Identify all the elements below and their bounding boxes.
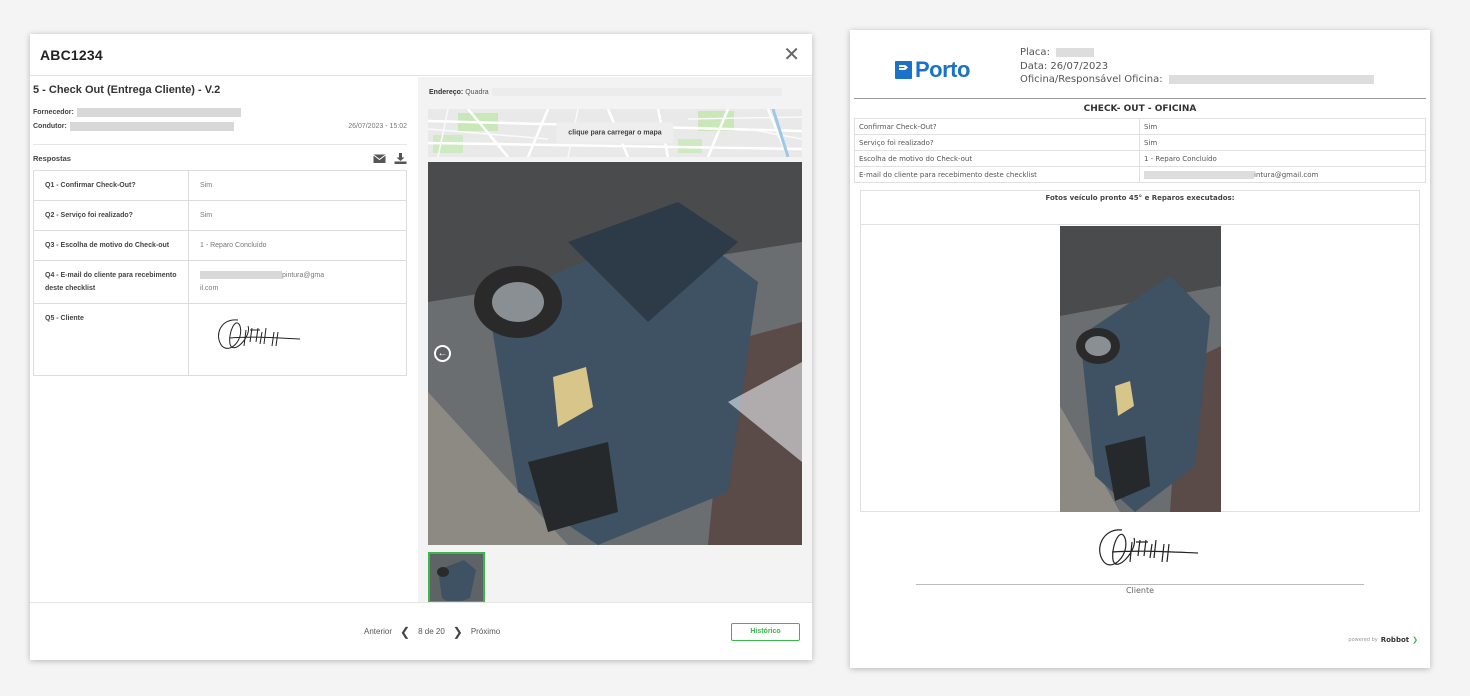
supplier-label: Fornecedor: [33,108,74,116]
answer-cell: 1 - Reparo Concluído [188,230,407,261]
workshop-redacted [1168,74,1374,84]
report-photos-section: Fotos veículo pronto 45° e Reparos execu… [860,190,1420,512]
answers-header: Respostas [33,153,407,164]
powered-by-text: powered by [1348,637,1378,643]
report-question: E-mail do cliente para recebimento deste… [854,166,1140,183]
report-photos-title: Fotos veículo pronto 45° e Reparos execu… [861,191,1419,225]
signature-label: Cliente [1125,586,1155,595]
supplier-redacted [76,107,241,117]
email-redacted [200,271,282,280]
checklist-modal: ABC1234 ✕ 5 - Check Out (Entrega Cliente… [30,34,812,660]
checklist-details: 5 - Check Out (Entrega Cliente) - V.2 Fo… [33,84,407,376]
date-line: Data: 26/07/2023 [1020,60,1109,72]
address-line: Endereço: Quadra [418,77,812,99]
leaf-icon: ❯ [1412,636,1418,644]
porto-logo-text: Porto [915,57,970,82]
thumbnail-image [430,554,483,601]
table-row: Q5 - Cliente [33,303,407,376]
porto-logo-icon [895,61,912,79]
report-signature [1099,529,1199,566]
report-question: Confirmar Check-Out? [854,118,1140,135]
vehicle-photo[interactable]: ← [428,162,802,545]
report-question: Escolha de motivo do Check-out [854,150,1140,167]
load-map-button[interactable]: clique para carregar o mapa [556,122,674,144]
map-preview[interactable]: clique para carregar o mapa [428,109,802,157]
answer-cell: pintura@gma il.com [188,260,407,304]
email-icon[interactable] [373,153,386,164]
question-cell: Q4 - E-mail do cliente para recebimento … [33,260,189,304]
answers-label: Respostas [33,154,71,163]
address-redacted [491,88,782,96]
answers-table: Q1 - Confirmar Check-Out? Sim Q2 - Servi… [33,170,407,376]
report-email-suffix: intura@gmail.com [1254,170,1319,179]
report-answer: intura@gmail.com [1139,166,1426,183]
table-row: Q4 - E-mail do cliente para recebimento … [33,260,407,304]
powered-by-brand: Robbot [1380,636,1410,644]
client-signature [218,319,301,349]
report-question: Serviço foi realizado? [854,134,1140,151]
download-icon[interactable] [394,153,407,164]
vehicle-photo-image [428,162,802,545]
supplier-line: Fornecedor: [33,105,407,119]
media-panel: Endereço: Quadra clique para carregar o … [418,77,812,603]
report-heading: CHECK- OUT - OFICINA [1083,104,1197,114]
signature-cell [188,303,407,376]
question-cell: Q3 - Escolha de motivo do Check-out [33,230,189,261]
plate-line: Placa: [1020,46,1374,60]
prev-link[interactable]: Anterior [364,627,392,636]
plate-redacted [1056,47,1095,57]
report-answer: 1 - Reparo Concluído [1139,150,1426,167]
next-link[interactable]: Próximo [471,627,500,636]
chevron-left-icon[interactable]: ❮ [400,625,410,639]
report-answer: Sim [1139,118,1426,135]
report-table: Confirmar Check-Out? Sim Serviço foi rea… [854,118,1426,183]
answers-actions [373,153,407,164]
modal-header: ABC1234 ✕ [30,34,812,76]
photo-thumbnail[interactable] [428,552,485,603]
email-suffix: pintura@gma [282,272,325,279]
driver-label: Condutor: [33,122,67,130]
report-divider [854,98,1426,99]
question-cell: Q5 - Cliente [33,303,189,376]
report-vehicle-photo [1060,226,1221,512]
table-row: Q2 - Serviço foi realizado? Sim [33,200,407,231]
workshop-label: Oficina/Responsável Oficina: [1020,74,1163,85]
question-cell: Q1 - Confirmar Check-Out? [33,170,189,201]
divider [33,144,407,145]
powered-by: powered by Robbot ❯ [1348,636,1418,644]
pagination: Anterior ❮ 8 de 20 ❯ Próximo [364,625,500,639]
address-value: Quadra [465,88,489,96]
history-button[interactable]: Histórico [731,622,800,641]
table-row: E-mail do cliente para recebimento deste… [854,166,1426,183]
page-position: 8 de 20 [418,627,445,636]
table-row: Confirmar Check-Out? Sim [854,118,1426,135]
report-info: Placa: Data: 26/07/2023 Oficina/Responsá… [1020,46,1374,87]
report-preview: Porto Placa: Data: 26/07/2023 Oficina/Re… [850,30,1430,668]
table-row: Q3 - Escolha de motivo do Check-out 1 - … [33,230,407,261]
modal-title: ABC1234 [40,46,103,63]
checklist-date: 26/07/2023 - 15:02 [348,122,407,130]
form-title: 5 - Check Out (Entrega Cliente) - V.2 [33,84,221,96]
answer-cell: Sim [188,200,407,231]
driver-line: Condutor: 26/07/2023 - 15:02 [33,119,407,133]
question-cell: Q2 - Serviço foi realizado? [33,200,189,231]
close-button[interactable]: ✕ [783,45,800,65]
report-vehicle-image [1060,226,1221,512]
email-line2: il.com [200,285,219,292]
signature-line [916,584,1364,585]
plate-label: Placa: [1020,47,1050,58]
chevron-right-icon[interactable]: ❯ [453,625,463,639]
table-row: Serviço foi realizado? Sim [854,134,1426,151]
table-row: Q1 - Confirmar Check-Out? Sim [33,170,407,201]
table-row: Escolha de motivo do Check-out 1 - Repar… [854,150,1426,167]
report-email-redacted [1144,170,1254,179]
workshop-line: Oficina/Responsável Oficina: [1020,73,1374,87]
previous-photo-button[interactable]: ← [434,345,451,362]
modal-footer: Anterior ❮ 8 de 20 ❯ Próximo Histórico [30,602,812,660]
porto-logo: Porto [895,57,970,83]
address-label: Endereço: [429,88,464,96]
answer-cell: Sim [188,170,407,201]
report-answer: Sim [1139,134,1426,151]
driver-redacted [69,121,234,131]
